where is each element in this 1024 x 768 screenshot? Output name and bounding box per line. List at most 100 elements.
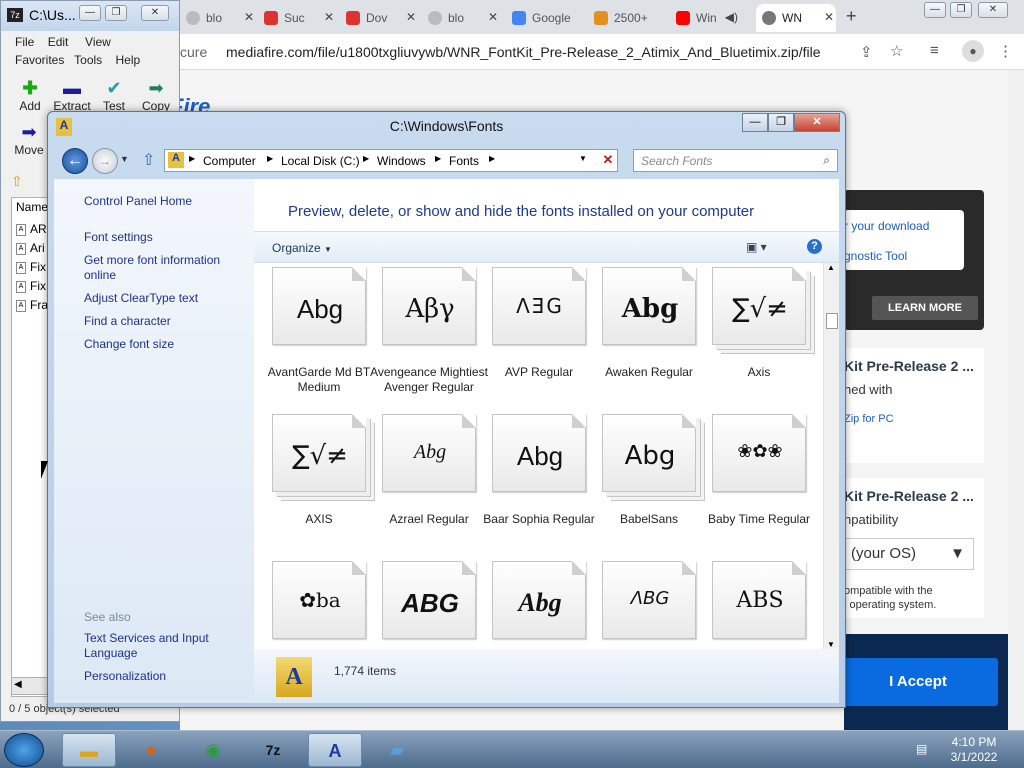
font-item[interactable]: ABSBackToSchool — [694, 561, 806, 649]
close-icon[interactable]: ✕ — [824, 10, 834, 24]
chevron-down-icon[interactable]: ▼ — [579, 154, 587, 163]
media-icon[interactable]: ≡ — [930, 42, 939, 59]
font-item[interactable]: ΛƎG AVP Regular — [474, 267, 586, 407]
tab-7[interactable]: Win ◀) — [676, 4, 756, 32]
close-icon[interactable]: ✕ — [324, 10, 334, 24]
font-item[interactable]: Abg BabelSans — [584, 414, 696, 554]
font-item[interactable]: Aβγ Avengeance Mightiest Avenger Regular — [364, 267, 488, 407]
close-button[interactable]: ✕ — [794, 113, 840, 132]
close-button[interactable]: ✕ — [141, 5, 169, 21]
test-button[interactable]: ✔ Test — [95, 79, 133, 113]
minimize-button[interactable]: — — [742, 113, 768, 132]
copy-button[interactable]: ➡ Copy — [137, 79, 175, 113]
font-item[interactable]: ΛBGBackslash — [584, 561, 696, 649]
maximize-button[interactable]: ❐ — [950, 2, 972, 18]
menu-icon[interactable]: ⋮ — [998, 42, 1013, 60]
network-icon[interactable]: ▤ — [916, 742, 927, 756]
chevron-left-icon[interactable]: ◀ — [14, 679, 22, 690]
forward-button[interactable]: → — [92, 148, 118, 174]
link-control-panel-home[interactable]: Control Panel Home — [84, 194, 192, 208]
list-item[interactable]: A Ari — [16, 241, 45, 255]
app-taskbar-button[interactable]: ▰ — [370, 733, 424, 767]
search-input[interactable]: Search Fonts ⌕ — [633, 149, 838, 172]
tab-8[interactable]: WN ✕ — [756, 4, 836, 32]
tab-3[interactable]: Dov ✕ — [346, 4, 418, 32]
chevron-up-icon[interactable]: ▲ — [827, 263, 835, 272]
close-button[interactable]: ✕ — [978, 2, 1008, 18]
vertical-scrollbar[interactable]: ▲ ▼ — [823, 263, 839, 649]
breadcrumb-windows[interactable]: Windows — [377, 154, 426, 168]
link-personalization[interactable]: Personalization — [84, 669, 166, 683]
font-item[interactable]: ∑√≠ Axis — [694, 267, 806, 407]
close-icon[interactable]: ✕ — [488, 10, 498, 24]
url-text[interactable]: mediafire.com/file/u1800txgliuvywb/WNR_F… — [226, 44, 820, 60]
chevron-down-icon[interactable]: ▼ — [827, 640, 835, 649]
tab-6[interactable]: 2500+ — [594, 4, 674, 32]
page-scrollbar[interactable] — [1008, 70, 1024, 730]
explorer-taskbar-button[interactable]: ▬ — [62, 733, 116, 767]
link-more-font-info[interactable]: Get more font information online — [84, 253, 234, 283]
clear-icon[interactable]: ✕ — [599, 152, 617, 168]
add-button[interactable]: ✚ Add — [11, 79, 49, 113]
list-item[interactable]: A AR — [16, 222, 47, 236]
link-font-settings[interactable]: Font settings — [84, 230, 153, 244]
download-link[interactable]: r your download — [844, 219, 929, 233]
font-item[interactable]: ABGBack to the — [364, 561, 476, 649]
font-item[interactable]: Abg Azrael Regular — [364, 414, 476, 554]
scroll-thumb[interactable] — [826, 313, 838, 329]
list-item[interactable]: A Fix — [16, 260, 46, 274]
move-button[interactable]: ➡ Move — [9, 123, 49, 157]
accept-button[interactable]: I Accept — [838, 658, 998, 706]
help-icon[interactable]: ? — [807, 239, 822, 254]
menu-edit[interactable]: Edit — [48, 35, 69, 49]
font-item[interactable]: ∑√≠ AXIS — [254, 414, 366, 554]
profile-icon[interactable]: ● — [962, 40, 984, 62]
breadcrumb-local-disk[interactable]: Local Disk (C:) — [281, 154, 360, 168]
font-item[interactable]: Abg AvantGarde Md BT Medium — [254, 267, 370, 407]
link-adjust-cleartype[interactable]: Adjust ClearType text — [84, 291, 198, 305]
menu-help[interactable]: Help — [116, 53, 141, 67]
maximize-button[interactable]: ❐ — [105, 5, 127, 21]
minimize-button[interactable]: — — [924, 2, 946, 18]
close-icon[interactable]: ✕ — [244, 10, 254, 24]
font-item[interactable]: Abg Awaken Regular — [584, 267, 696, 407]
menu-file[interactable]: File — [15, 35, 34, 49]
start-button[interactable] — [4, 733, 44, 767]
new-tab-button[interactable]: + — [846, 6, 857, 27]
list-item[interactable]: A Fix — [16, 279, 46, 293]
learn-more-button[interactable]: LEARN MORE — [872, 296, 978, 320]
back-button[interactable]: ← — [62, 148, 88, 174]
breadcrumb[interactable]: A ▶ Computer ▶ Local Disk (C:) ▶ Windows… — [164, 149, 618, 172]
name-column-header[interactable]: Name — [16, 200, 48, 214]
star-icon[interactable]: ☆ — [890, 42, 903, 60]
clock[interactable]: 4:10 PM 3/1/2022 — [936, 735, 1012, 765]
organize-button[interactable]: Organize ▼ — [272, 241, 332, 255]
zip-for-pc-link[interactable]: Zip for PC — [844, 413, 894, 425]
tab-2[interactable]: Suc ✕ — [264, 4, 336, 32]
link-text-services[interactable]: Text Services and Input Language — [84, 631, 214, 661]
firefox-taskbar-button[interactable]: ● — [124, 733, 178, 767]
os-select[interactable]: (your OS) ▼ — [844, 538, 974, 570]
breadcrumb-computer[interactable]: Computer — [203, 154, 256, 168]
view-icon[interactable]: ▣ ▾ — [746, 240, 767, 254]
search-icon[interactable]: ⌕ — [823, 153, 830, 168]
font-item[interactable]: AbgBackpack — [474, 561, 586, 649]
extract-button[interactable]: ▬ Extract — [51, 79, 93, 113]
list-item[interactable]: A Fra — [16, 298, 48, 312]
font-item[interactable]: ✿bababy_csp Regular — [254, 561, 366, 649]
7zip-taskbar-button[interactable]: 7z — [246, 733, 300, 767]
diagnostic-link[interactable]: gnostic Tool — [844, 249, 907, 263]
tab-1[interactable]: blo ✕ — [186, 4, 256, 32]
menu-favorites[interactable]: Favorites — [15, 53, 64, 67]
breadcrumb-fonts[interactable]: Fonts — [449, 154, 479, 168]
menu-view[interactable]: View — [85, 35, 111, 49]
chevron-down-icon[interactable]: ▼ — [120, 154, 129, 164]
up-arrow-icon[interactable]: ⇧ — [142, 150, 155, 170]
fonts-taskbar-button[interactable]: A — [308, 733, 362, 767]
link-change-font-size[interactable]: Change font size — [84, 337, 174, 351]
font-item[interactable]: Abg Baar Sophia Regular — [474, 414, 595, 554]
close-icon[interactable]: ✕ — [406, 10, 416, 24]
address-bar[interactable]: cure mediafire.com/file/u1800txgliuvywb/… — [180, 34, 1024, 70]
minimize-button[interactable]: — — [79, 5, 101, 21]
maximize-button[interactable]: ❐ — [768, 113, 794, 132]
